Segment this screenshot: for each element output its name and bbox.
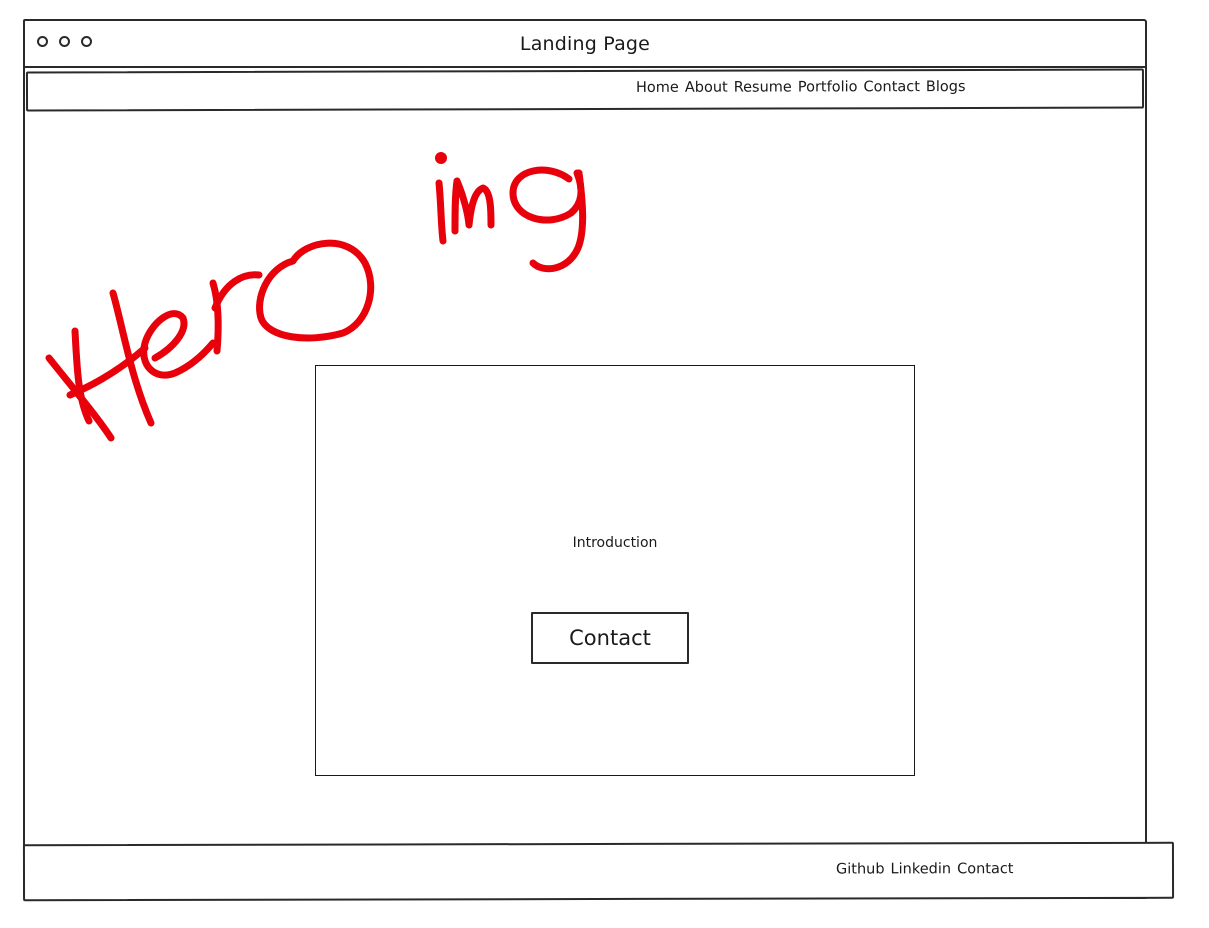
nav-link-contact[interactable]: Contact [863,79,919,95]
nav-link-resume[interactable]: Resume [734,79,792,95]
footer-links: Github Linkedin Contact [836,861,1014,877]
window-title-bar: Landing Page [25,21,1145,68]
footer-link-linkedin[interactable]: Linkedin [891,861,952,877]
window-title: Landing Page [519,33,651,55]
browser-window: Landing Page Home About Resume Portfolio… [23,19,1147,899]
introduction-text: Introduction [572,535,658,551]
contact-button[interactable]: Contact [531,612,689,664]
footer-link-contact[interactable]: Contact [957,861,1013,877]
navigation-bar: Home About Resume Portfolio Contact Blog… [25,68,1145,112]
nav-link-about[interactable]: About [685,80,728,96]
nav-link-blogs[interactable]: Blogs [926,79,966,95]
footer-bar: Github Linkedin Contact [22,841,1175,902]
nav-links: Home About Resume Portfolio Contact Blog… [636,79,966,96]
nav-link-home[interactable]: Home [636,80,679,96]
footer-link-github[interactable]: Github [836,861,885,877]
introduction-panel: Introduction Contact [315,365,915,776]
nav-link-portfolio[interactable]: Portfolio [798,79,858,95]
